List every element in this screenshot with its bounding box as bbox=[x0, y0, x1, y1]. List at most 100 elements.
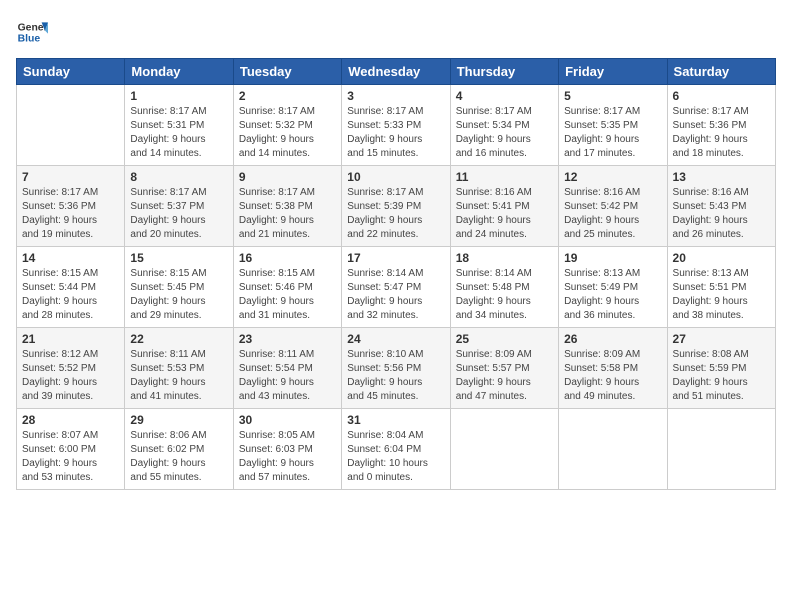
day-info: Sunrise: 8:17 AM Sunset: 5:31 PM Dayligh… bbox=[130, 105, 227, 161]
day-header-monday: Monday bbox=[125, 59, 233, 85]
day-number: 29 bbox=[130, 413, 227, 427]
calendar-week-row: 1 Sunrise: 8:17 AM Sunset: 5:31 PM Daylig… bbox=[17, 85, 776, 166]
day-number: 17 bbox=[347, 251, 444, 265]
svg-text:Blue: Blue bbox=[18, 34, 41, 45]
calendar-day-31: 31 Sunrise: 8:04 AM Sunset: 6:04 PM Dayli… bbox=[342, 409, 450, 490]
day-number: 11 bbox=[456, 170, 553, 184]
day-info: Sunrise: 8:17 AM Sunset: 5:36 PM Dayligh… bbox=[673, 105, 770, 161]
calendar-header-row: SundayMondayTuesdayWednesdayThursdayFrid… bbox=[17, 59, 776, 85]
day-number: 22 bbox=[130, 332, 227, 346]
day-number: 21 bbox=[22, 332, 119, 346]
day-info: Sunrise: 8:08 AM Sunset: 5:59 PM Dayligh… bbox=[673, 348, 770, 404]
day-info: Sunrise: 8:17 AM Sunset: 5:37 PM Dayligh… bbox=[130, 186, 227, 242]
day-number: 19 bbox=[564, 251, 661, 265]
day-number: 24 bbox=[347, 332, 444, 346]
day-info: Sunrise: 8:10 AM Sunset: 5:56 PM Dayligh… bbox=[347, 348, 444, 404]
calendar-day-7: 7 Sunrise: 8:17 AM Sunset: 5:36 PM Daylig… bbox=[17, 166, 125, 247]
day-number: 5 bbox=[564, 89, 661, 103]
calendar-day-18: 18 Sunrise: 8:14 AM Sunset: 5:48 PM Dayli… bbox=[450, 247, 558, 328]
day-number: 4 bbox=[456, 89, 553, 103]
day-info: Sunrise: 8:16 AM Sunset: 5:43 PM Dayligh… bbox=[673, 186, 770, 242]
calendar-day-16: 16Sunrise: 8:15 AM Sunset: 5:46 PM Dayli… bbox=[233, 247, 341, 328]
calendar-day-20: 20Sunrise: 8:13 AM Sunset: 5:51 PM Dayli… bbox=[667, 247, 775, 328]
day-number: 25 bbox=[456, 332, 553, 346]
day-info: Sunrise: 8:14 AM Sunset: 5:48 PM Dayligh… bbox=[456, 267, 553, 323]
calendar-empty-cell bbox=[17, 85, 125, 166]
day-info: Sunrise: 8:11 AM Sunset: 5:54 PM Dayligh… bbox=[239, 348, 336, 404]
calendar-day-13: 13 Sunrise: 8:16 AM Sunset: 5:43 PM Dayli… bbox=[667, 166, 775, 247]
calendar-day-14: 14 Sunrise: 8:15 AM Sunset: 5:44 PM Dayli… bbox=[17, 247, 125, 328]
calendar-empty-cell bbox=[450, 409, 558, 490]
day-info: Sunrise: 8:17 AM Sunset: 5:38 PM Dayligh… bbox=[239, 186, 336, 242]
day-info: Sunrise: 8:17 AM Sunset: 5:39 PM Dayligh… bbox=[347, 186, 444, 242]
calendar-day-11: 11 Sunrise: 8:16 AM Sunset: 5:41 PM Dayli… bbox=[450, 166, 558, 247]
day-info: Sunrise: 8:17 AM Sunset: 5:36 PM Dayligh… bbox=[22, 186, 119, 242]
day-info: Sunrise: 8:16 AM Sunset: 5:41 PM Dayligh… bbox=[456, 186, 553, 242]
day-number: 26 bbox=[564, 332, 661, 346]
day-info: Sunrise: 8:14 AM Sunset: 5:47 PM Dayligh… bbox=[347, 267, 444, 323]
day-header-thursday: Thursday bbox=[450, 59, 558, 85]
day-header-friday: Friday bbox=[559, 59, 667, 85]
day-number: 12 bbox=[564, 170, 661, 184]
calendar-day-22: 22Sunrise: 8:11 AM Sunset: 5:53 PM Dayli… bbox=[125, 328, 233, 409]
day-number: 13 bbox=[673, 170, 770, 184]
calendar-week-row: 21Sunrise: 8:12 AM Sunset: 5:52 PM Dayli… bbox=[17, 328, 776, 409]
calendar-day-28: 28Sunrise: 8:07 AM Sunset: 6:00 PM Dayli… bbox=[17, 409, 125, 490]
day-header-tuesday: Tuesday bbox=[233, 59, 341, 85]
calendar-week-row: 14 Sunrise: 8:15 AM Sunset: 5:44 PM Dayli… bbox=[17, 247, 776, 328]
day-number: 30 bbox=[239, 413, 336, 427]
day-info: Sunrise: 8:17 AM Sunset: 5:32 PM Dayligh… bbox=[239, 105, 336, 161]
calendar-day-6: 6Sunrise: 8:17 AM Sunset: 5:36 PM Daylig… bbox=[667, 85, 775, 166]
day-info: Sunrise: 8:13 AM Sunset: 5:49 PM Dayligh… bbox=[564, 267, 661, 323]
calendar-day-23: 23 Sunrise: 8:11 AM Sunset: 5:54 PM Dayli… bbox=[233, 328, 341, 409]
day-info: Sunrise: 8:09 AM Sunset: 5:57 PM Dayligh… bbox=[456, 348, 553, 404]
day-number: 18 bbox=[456, 251, 553, 265]
calendar-day-27: 27Sunrise: 8:08 AM Sunset: 5:59 PM Dayli… bbox=[667, 328, 775, 409]
calendar-day-24: 24 Sunrise: 8:10 AM Sunset: 5:56 PM Dayli… bbox=[342, 328, 450, 409]
calendar-day-26: 26 Sunrise: 8:09 AM Sunset: 5:58 PM Dayli… bbox=[559, 328, 667, 409]
day-info: Sunrise: 8:16 AM Sunset: 5:42 PM Dayligh… bbox=[564, 186, 661, 242]
logo-icon: General Blue bbox=[16, 16, 48, 48]
day-info: Sunrise: 8:13 AM Sunset: 5:51 PM Dayligh… bbox=[673, 267, 770, 323]
day-number: 7 bbox=[22, 170, 119, 184]
day-header-saturday: Saturday bbox=[667, 59, 775, 85]
day-info: Sunrise: 8:09 AM Sunset: 5:58 PM Dayligh… bbox=[564, 348, 661, 404]
day-number: 15 bbox=[130, 251, 227, 265]
day-info: Sunrise: 8:17 AM Sunset: 5:35 PM Dayligh… bbox=[564, 105, 661, 161]
calendar-day-15: 15Sunrise: 8:15 AM Sunset: 5:45 PM Dayli… bbox=[125, 247, 233, 328]
calendar-day-8: 8 Sunrise: 8:17 AM Sunset: 5:37 PM Daylig… bbox=[125, 166, 233, 247]
day-number: 1 bbox=[130, 89, 227, 103]
calendar-day-17: 17 Sunrise: 8:14 AM Sunset: 5:47 PM Dayli… bbox=[342, 247, 450, 328]
calendar-day-19: 19 Sunrise: 8:13 AM Sunset: 5:49 PM Dayli… bbox=[559, 247, 667, 328]
day-number: 2 bbox=[239, 89, 336, 103]
day-info: Sunrise: 8:06 AM Sunset: 6:02 PM Dayligh… bbox=[130, 429, 227, 485]
day-number: 23 bbox=[239, 332, 336, 346]
calendar-day-10: 10 Sunrise: 8:17 AM Sunset: 5:39 PM Dayli… bbox=[342, 166, 450, 247]
day-number: 16 bbox=[239, 251, 336, 265]
calendar-week-row: 7 Sunrise: 8:17 AM Sunset: 5:36 PM Daylig… bbox=[17, 166, 776, 247]
day-number: 9 bbox=[239, 170, 336, 184]
calendar-day-12: 12 Sunrise: 8:16 AM Sunset: 5:42 PM Dayli… bbox=[559, 166, 667, 247]
calendar-day-21: 21Sunrise: 8:12 AM Sunset: 5:52 PM Dayli… bbox=[17, 328, 125, 409]
day-number: 8 bbox=[130, 170, 227, 184]
calendar-day-5: 5 Sunrise: 8:17 AM Sunset: 5:35 PM Daylig… bbox=[559, 85, 667, 166]
day-info: Sunrise: 8:15 AM Sunset: 5:44 PM Dayligh… bbox=[22, 267, 119, 323]
day-number: 31 bbox=[347, 413, 444, 427]
calendar-day-1: 1 Sunrise: 8:17 AM Sunset: 5:31 PM Daylig… bbox=[125, 85, 233, 166]
day-number: 3 bbox=[347, 89, 444, 103]
day-header-wednesday: Wednesday bbox=[342, 59, 450, 85]
day-info: Sunrise: 8:17 AM Sunset: 5:34 PM Dayligh… bbox=[456, 105, 553, 161]
calendar-week-row: 28Sunrise: 8:07 AM Sunset: 6:00 PM Dayli… bbox=[17, 409, 776, 490]
day-info: Sunrise: 8:05 AM Sunset: 6:03 PM Dayligh… bbox=[239, 429, 336, 485]
day-info: Sunrise: 8:04 AM Sunset: 6:04 PM Dayligh… bbox=[347, 429, 444, 485]
calendar-empty-cell bbox=[559, 409, 667, 490]
calendar-day-25: 25 Sunrise: 8:09 AM Sunset: 5:57 PM Dayli… bbox=[450, 328, 558, 409]
day-number: 10 bbox=[347, 170, 444, 184]
main-container: General Blue SundayMondayTuesdayWednesda… bbox=[0, 0, 792, 498]
calendar-day-3: 3Sunrise: 8:17 AM Sunset: 5:33 PM Daylig… bbox=[342, 85, 450, 166]
header: General Blue bbox=[16, 16, 776, 48]
calendar-day-4: 4 Sunrise: 8:17 AM Sunset: 5:34 PM Daylig… bbox=[450, 85, 558, 166]
day-info: Sunrise: 8:07 AM Sunset: 6:00 PM Dayligh… bbox=[22, 429, 119, 485]
day-number: 14 bbox=[22, 251, 119, 265]
logo: General Blue bbox=[16, 16, 52, 48]
